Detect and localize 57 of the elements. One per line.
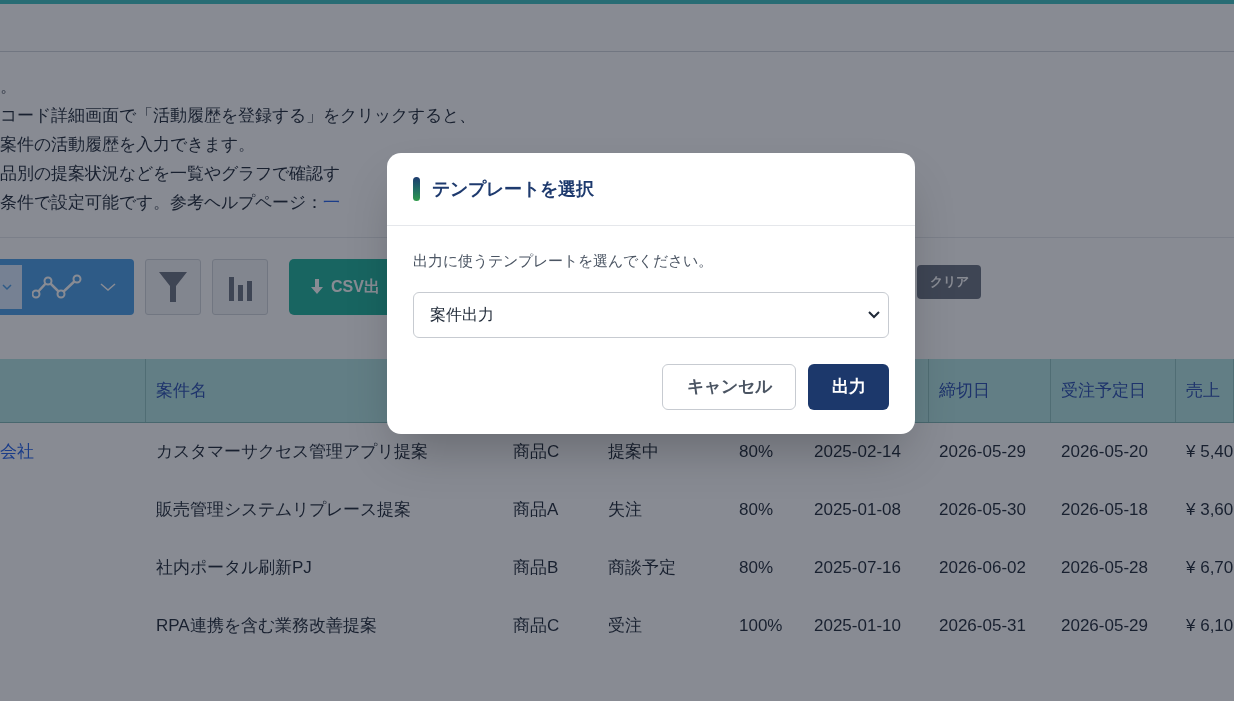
table-cell-text: ¥ 3,60 <box>1186 499 1234 522</box>
table-cell-text: 80% <box>739 499 774 522</box>
clear-button[interactable]: クリア <box>917 264 981 299</box>
help-text: 条件で設定可能です。参考ヘルプページ： <box>0 192 323 214</box>
table-cell-text: ¥ 6,70 <box>1186 557 1234 580</box>
column-header[interactable]: 売上 <box>1186 377 1220 404</box>
table-cell-text: 2025-01-08 <box>814 499 901 522</box>
table-cell-text: 商品C <box>513 441 560 464</box>
table-cell-text: 2026-05-29 <box>939 441 1026 464</box>
table-cell-text: 2025-01-10 <box>814 615 901 638</box>
funnel-icon <box>158 269 188 304</box>
table-cell-text: 商談予定 <box>608 557 676 580</box>
table-cell-text: 提案中 <box>608 441 659 464</box>
customer-link[interactable]: 会社 <box>0 439 34 465</box>
table-cell-text: 80% <box>739 557 774 580</box>
template-select[interactable]: 案件出力 <box>413 291 889 338</box>
table-cell-text: 失注 <box>608 499 642 522</box>
table-cell-text: ¥ 6,10 <box>1186 615 1234 638</box>
chart-type-dropdown[interactable] <box>0 258 134 315</box>
help-link[interactable]: 一 <box>323 188 340 217</box>
help-text: 。 <box>0 76 18 98</box>
bar-chart-button[interactable] <box>212 258 268 315</box>
table-cell-text: 2025-07-16 <box>814 557 901 580</box>
title-accent-bar <box>413 177 420 201</box>
table-cell-text: 商品C <box>513 615 560 638</box>
column-header[interactable]: 案件名 <box>156 377 207 404</box>
dialog-title: テンプレートを選択 <box>432 177 594 201</box>
table-cell-text: 2026-05-20 <box>1061 441 1148 464</box>
table-cell-text: 受注 <box>608 615 642 638</box>
line-chart-icon <box>32 273 82 300</box>
table-cell-text: 80% <box>739 441 774 464</box>
table-cell-text: ¥ 5,40 <box>1186 441 1234 464</box>
chevron-down-icon <box>0 264 22 309</box>
table-cell-text: RPA連携を含む業務改善提案 <box>156 615 377 638</box>
help-text: 案件の活動履歴を入力できます。 <box>0 134 256 156</box>
table-cell-text: 2026-05-29 <box>1061 615 1148 638</box>
column-header[interactable]: 締切日 <box>939 377 990 404</box>
table-cell-text: 商品A <box>513 499 559 522</box>
table-cell-text: 2026-05-31 <box>939 615 1026 638</box>
table-cell-text: 100% <box>739 615 783 638</box>
chevron-down-icon <box>868 310 880 319</box>
table-cell-text: 2026-05-18 <box>1061 499 1148 522</box>
table-cell-text: カスタマーサクセス管理アプリ提案 <box>156 441 428 464</box>
table-cell-text: 2026-06-02 <box>939 557 1026 580</box>
filter-button[interactable] <box>145 258 201 315</box>
table-cell-text: 2026-05-28 <box>1061 557 1148 580</box>
help-text: コード詳細画面で「活動履歴を登録する」をクリックすると、 <box>0 105 477 127</box>
chevron-down-icon <box>100 281 116 292</box>
column-header[interactable]: 受注予定日 <box>1061 377 1146 404</box>
table-cell-text: 商品B <box>513 557 559 580</box>
table-cell-text: 2025-02-14 <box>814 441 901 464</box>
download-icon <box>311 278 323 295</box>
export-button[interactable]: 出力 <box>808 363 889 410</box>
cancel-button[interactable]: キャンセル <box>662 363 796 410</box>
table-cell-text: 2026-05-30 <box>939 499 1026 522</box>
table-cell-text: 社内ポータル刷新PJ <box>156 557 312 580</box>
table-cell-text: 販売管理システムリプレース提案 <box>156 499 411 522</box>
